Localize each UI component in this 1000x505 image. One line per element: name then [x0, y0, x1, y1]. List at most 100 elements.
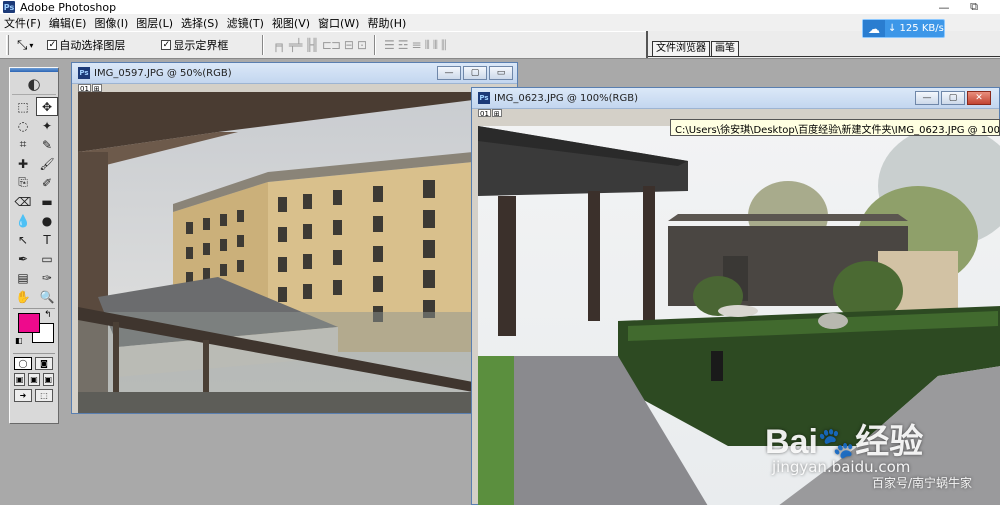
hotel-photo: [78, 92, 473, 413]
separator: [374, 35, 377, 55]
layout-badge-icon: ⊞: [91, 84, 102, 93]
auto-select-layer-checkbox[interactable]: ✓ 自动选择图层: [47, 37, 125, 53]
tab-file-browser[interactable]: 文件浏览器: [652, 41, 710, 56]
document-window-img0597[interactable]: Ps IMG_0597.JPG @ 50%(RGB) — ▢ ▭ 01 ⊞: [71, 62, 518, 414]
net-speed-widget[interactable]: ☁ ↓ 125 KB/s: [862, 19, 945, 38]
show-bounding-box-checkbox[interactable]: ✓ 显示定界框: [161, 37, 228, 53]
default-colors-icon[interactable]: ◧: [15, 336, 23, 345]
notes-tool-icon[interactable]: ▤: [12, 268, 34, 287]
path-select-icon[interactable]: ↖: [12, 230, 34, 249]
image-canvas-hotel[interactable]: [78, 92, 473, 413]
clone-stamp-icon[interactable]: ⎘: [12, 173, 34, 192]
palette-well: 文件浏览器 画笔: [646, 31, 1000, 58]
menu-window[interactable]: 窗口(W): [318, 15, 359, 31]
doc-maximize-button[interactable]: ▢: [463, 66, 487, 80]
move-tool-icon: ⤡: [17, 37, 28, 53]
standard-mode-icon[interactable]: ◯: [14, 357, 32, 370]
eraser-tool-icon[interactable]: ⌫: [12, 192, 34, 211]
distribute-vcenter-icon[interactable]: ☲: [398, 38, 409, 53]
align-top-icon[interactable]: ╒╕: [272, 38, 285, 52]
marquee-tool-icon[interactable]: ⬚: [12, 97, 34, 116]
align-left-icon[interactable]: ⊏⊐: [322, 38, 341, 52]
menu-select[interactable]: 选择(S): [181, 15, 219, 31]
quick-mask-icon[interactable]: ◙: [35, 357, 53, 370]
tab-brushes[interactable]: 画笔: [711, 41, 739, 56]
shape-tool-icon[interactable]: ▭: [36, 249, 58, 268]
distribute-bottom-icon[interactable]: ≡: [412, 38, 422, 53]
distribute-hcenter-icon[interactable]: ⫴: [433, 38, 438, 53]
doc-title: IMG_0597.JPG @ 50%(RGB): [94, 67, 232, 79]
move-tool-icon[interactable]: ✥: [36, 97, 58, 116]
swap-colors-icon[interactable]: ↰: [44, 310, 52, 320]
distribute-left-icon[interactable]: ⦀: [425, 38, 430, 53]
tool-grid: ⬚ ✥ ◌ ✦ ⌗ ✎ ✚ 🖌 ⎘ ✐ ⌫ ▬ 💧 ● ↖ T ✒ ▭ ▤ ✑ …: [12, 97, 58, 306]
eye-logo-icon[interactable]: ◐: [12, 74, 56, 95]
menu-image[interactable]: 图像(I): [94, 15, 128, 31]
brush-tool-icon[interactable]: 🖌: [36, 154, 58, 173]
align-bottom-icon[interactable]: ╟╢: [305, 38, 318, 52]
screen-mode-standard-icon[interactable]: ▣: [14, 373, 26, 386]
title-bar: Ps Adobe Photoshop — ⧉: [0, 0, 1000, 14]
app-title: Adobe Photoshop: [20, 0, 117, 14]
jingyan-text: 经验: [855, 423, 924, 461]
align-vcenter-icon[interactable]: ╤╧: [289, 38, 302, 52]
distribute-top-icon[interactable]: ☰: [384, 38, 395, 53]
jump-to-imageready-icon[interactable]: ➜: [14, 389, 32, 402]
menu-view[interactable]: 视图(V): [272, 15, 310, 31]
tool-preset-picker[interactable]: ⤡ ▾: [17, 38, 33, 53]
blur-tool-icon[interactable]: 💧: [12, 211, 34, 230]
restore-button[interactable]: ⧉: [959, 0, 989, 14]
slice-tool-icon[interactable]: ✎: [36, 135, 58, 154]
doc-badges: 01 ⊞: [72, 84, 517, 93]
history-brush-icon[interactable]: ✐: [36, 173, 58, 192]
pen-tool-icon[interactable]: ✒: [12, 249, 34, 268]
crop-tool-icon[interactable]: ⌗: [12, 135, 34, 154]
photoshop-doc-icon: Ps: [478, 92, 490, 104]
toolbox: ◐ ⬚ ✥ ◌ ✦ ⌗ ✎ ✚ 🖌 ⎘ ✐ ⌫ ▬ 💧 ● ↖ T ✒ ▭ ▤ …: [9, 67, 59, 424]
distribute-right-icon[interactable]: ⫼: [441, 38, 446, 53]
align-hcenter-icon[interactable]: ⊟: [344, 38, 354, 52]
magic-wand-icon[interactable]: ✦: [36, 116, 58, 135]
palette-well-line: [648, 56, 1000, 57]
menu-edit[interactable]: 编辑(E): [49, 15, 87, 31]
gradient-tool-icon[interactable]: ▬: [36, 192, 58, 211]
minimize-button[interactable]: —: [929, 0, 959, 14]
options-grip[interactable]: [6, 35, 9, 55]
menu-file[interactable]: 文件(F): [4, 15, 41, 31]
doc-restore-button[interactable]: ▭: [489, 66, 513, 80]
photoshop-icon: Ps: [3, 1, 15, 13]
menu-help[interactable]: 帮助(H): [367, 15, 406, 31]
checkbox-box[interactable]: ✓: [161, 40, 172, 50]
dodge-tool-icon[interactable]: ●: [36, 211, 58, 230]
healing-brush-icon[interactable]: ✚: [12, 154, 34, 173]
chevron-down-icon: ▾: [29, 40, 34, 50]
jump-alt-icon[interactable]: ⬚: [35, 389, 53, 402]
auto-select-label: 自动选择图层: [59, 39, 126, 52]
type-tool-icon[interactable]: T: [36, 230, 58, 249]
file-path-tooltip: C:\Users\徐安琪\Desktop\百度经验\新建文件夹\IMG_0623…: [670, 119, 1000, 136]
toolbox-header[interactable]: [10, 68, 58, 72]
eyedropper-icon[interactable]: ✑: [36, 268, 58, 287]
menu-bar: 文件(F) 编辑(E) 图像(I) 图层(L) 选择(S) 滤镜(T) 视图(V…: [0, 14, 1000, 31]
net-speed-value: ↓ 125 KB/s: [888, 23, 944, 34]
menu-layer[interactable]: 图层(L): [136, 15, 173, 31]
lasso-tool-icon[interactable]: ◌: [12, 116, 34, 135]
hand-tool-icon[interactable]: ✋: [12, 287, 34, 306]
checkbox-box[interactable]: ✓: [47, 40, 58, 50]
menu-filter[interactable]: 滤镜(T): [227, 15, 264, 31]
align-right-icon[interactable]: ⊡: [357, 38, 367, 52]
screen-mode-full-menu-icon[interactable]: ▣: [28, 373, 40, 386]
color-swatches: ↰ ◧: [14, 310, 54, 351]
screen-modes: ▣ ▣ ▣: [14, 373, 54, 386]
doc-badges: 01 ⊞: [472, 109, 999, 118]
screen-mode-full-icon[interactable]: ▣: [42, 373, 54, 386]
doc-minimize-button[interactable]: —: [437, 66, 461, 80]
mask-modes: ◯ ◙: [14, 357, 54, 370]
jump-to: ➜ ⬚: [14, 389, 54, 402]
doc-minimize-button[interactable]: —: [915, 91, 939, 105]
zoom-tool-icon[interactable]: 🔍: [36, 287, 58, 306]
author-credit: 百家号/南宁蜗牛家: [872, 476, 973, 490]
foreground-color[interactable]: [18, 313, 40, 333]
doc-maximize-button[interactable]: ▢: [941, 91, 965, 105]
doc-close-button[interactable]: ✕: [967, 91, 991, 105]
